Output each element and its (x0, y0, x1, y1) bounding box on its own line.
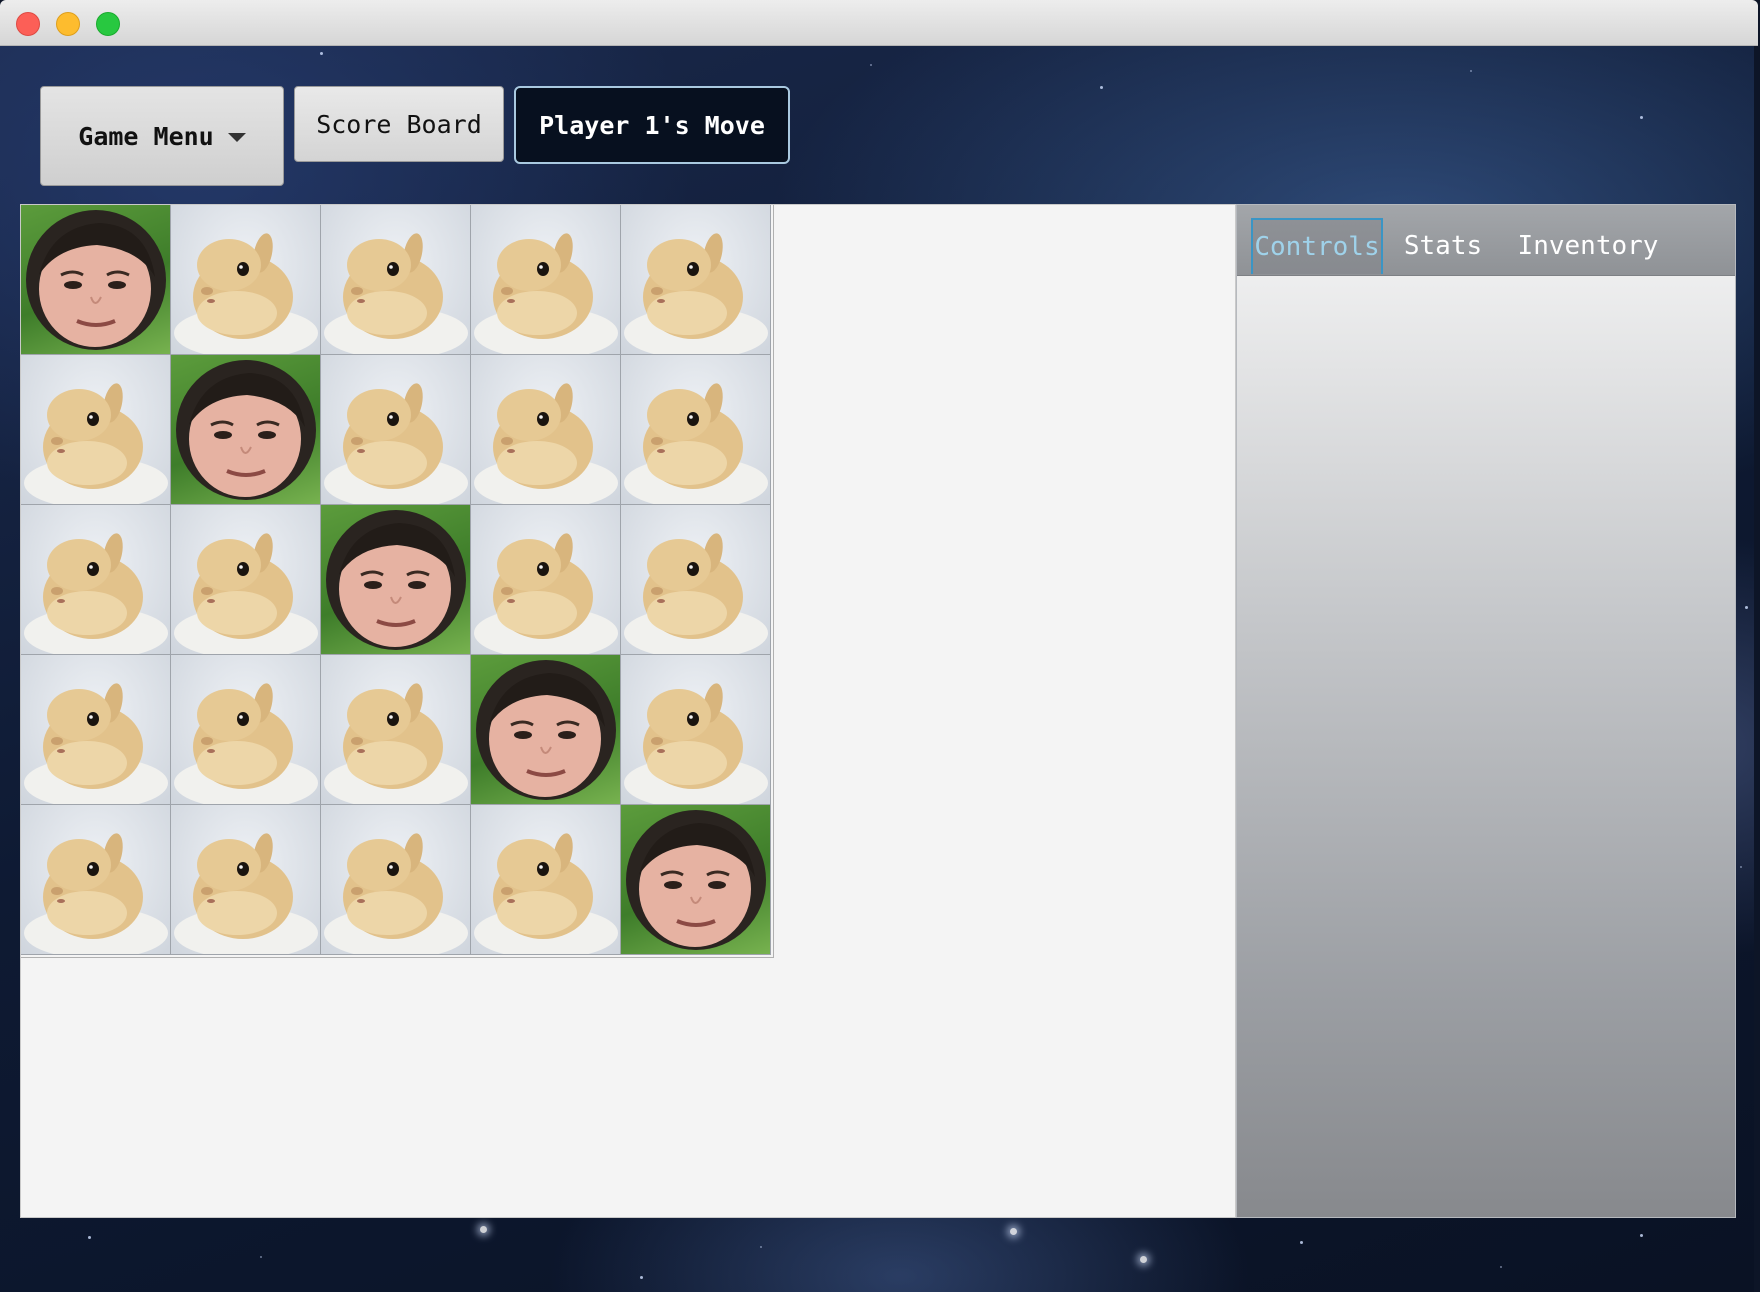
tab-controls-label: Controls (1254, 232, 1380, 262)
star (640, 1276, 643, 1279)
window-titlebar (0, 0, 1758, 46)
star (1640, 116, 1643, 119)
board-tile[interactable] (171, 355, 321, 505)
bunny-image (24, 383, 168, 504)
bunny-image (624, 533, 768, 654)
star (1500, 1266, 1502, 1268)
board-tile[interactable] (471, 805, 621, 955)
tab-inventory-label: Inventory (1517, 231, 1659, 261)
game-board (21, 205, 774, 958)
space-background: Game Menu Score Board Player 1's Move Co… (0, 46, 1754, 1292)
board-tile[interactable] (171, 505, 321, 655)
board-tile[interactable] (621, 205, 771, 355)
board-tile[interactable] (171, 805, 321, 955)
tab-stats[interactable]: Stats (1389, 218, 1497, 274)
bunny-image (24, 683, 168, 804)
board-tile[interactable] (621, 505, 771, 655)
board-tile[interactable] (621, 655, 771, 805)
board-tile[interactable] (21, 355, 171, 505)
bunny-image (324, 233, 468, 354)
star (1640, 1234, 1643, 1237)
tab-controls[interactable]: Controls (1251, 218, 1383, 274)
bunny-image (324, 683, 468, 804)
board-tile[interactable] (321, 355, 471, 505)
controls-tab-content (1237, 276, 1735, 1217)
maximize-window-button[interactable] (96, 12, 120, 36)
star (1470, 70, 1472, 72)
board-tile[interactable] (321, 655, 471, 805)
tab-stats-label: Stats (1403, 231, 1483, 261)
bunny-image (474, 383, 618, 504)
bunny-image (324, 833, 468, 954)
bunny-image (174, 833, 318, 954)
bunny-image (474, 533, 618, 654)
board-tile[interactable] (471, 205, 621, 355)
board-tile[interactable] (321, 505, 471, 655)
score-board-label: Score Board (316, 109, 482, 139)
star (480, 1226, 487, 1233)
board-tile[interactable] (171, 205, 321, 355)
close-window-button[interactable] (16, 12, 40, 36)
star (760, 1246, 762, 1248)
bunny-image (24, 833, 168, 954)
minimize-window-button[interactable] (56, 12, 80, 36)
bunny-image (624, 383, 768, 504)
star (320, 52, 323, 55)
star (88, 1236, 91, 1239)
board-tile[interactable] (471, 655, 621, 805)
board-tile[interactable] (621, 355, 771, 505)
board-tile[interactable] (321, 805, 471, 955)
star (870, 64, 872, 66)
player-face-image (26, 210, 166, 350)
board-tile[interactable] (621, 805, 771, 955)
bunny-image (624, 233, 768, 354)
player-face-image (626, 810, 766, 950)
star (1010, 1228, 1017, 1235)
bunny-image (174, 533, 318, 654)
caret-down-icon (227, 132, 246, 142)
bunny-image (174, 683, 318, 804)
app-screen: Game Menu Score Board Player 1's Move Co… (0, 0, 1760, 1292)
game-panel (20, 204, 1236, 1218)
board-tile[interactable] (171, 655, 321, 805)
board-tile[interactable] (471, 355, 621, 505)
star (1140, 1256, 1147, 1263)
game-menu-label: Game Menu (78, 121, 214, 151)
bunny-image (474, 233, 618, 354)
player-turn-label: Player 1's Move (539, 110, 765, 140)
board-tile[interactable] (321, 205, 471, 355)
bunny-image (24, 533, 168, 654)
star (1740, 866, 1742, 868)
board-tile[interactable] (21, 205, 171, 355)
side-tab-panel: Controls Stats Inventory (1236, 204, 1736, 1218)
board-tile[interactable] (21, 655, 171, 805)
bunny-image (174, 233, 318, 354)
board-tile[interactable] (471, 505, 621, 655)
player-turn-indicator[interactable]: Player 1's Move (514, 86, 790, 164)
board-tile[interactable] (21, 805, 171, 955)
player-face-image (476, 660, 616, 800)
game-menu-button[interactable]: Game Menu (40, 86, 284, 186)
score-board-button[interactable]: Score Board (294, 86, 504, 162)
player-face-image (176, 360, 316, 500)
bunny-image (624, 683, 768, 804)
player-face-image (326, 510, 466, 650)
bunny-image (474, 833, 618, 954)
tab-header: Controls Stats Inventory (1237, 205, 1735, 276)
bunny-image (324, 383, 468, 504)
star (1300, 1241, 1303, 1244)
board-tile[interactable] (21, 505, 171, 655)
star (1100, 86, 1103, 89)
star (1745, 606, 1748, 609)
star (260, 1256, 262, 1258)
tab-inventory[interactable]: Inventory (1503, 218, 1673, 274)
